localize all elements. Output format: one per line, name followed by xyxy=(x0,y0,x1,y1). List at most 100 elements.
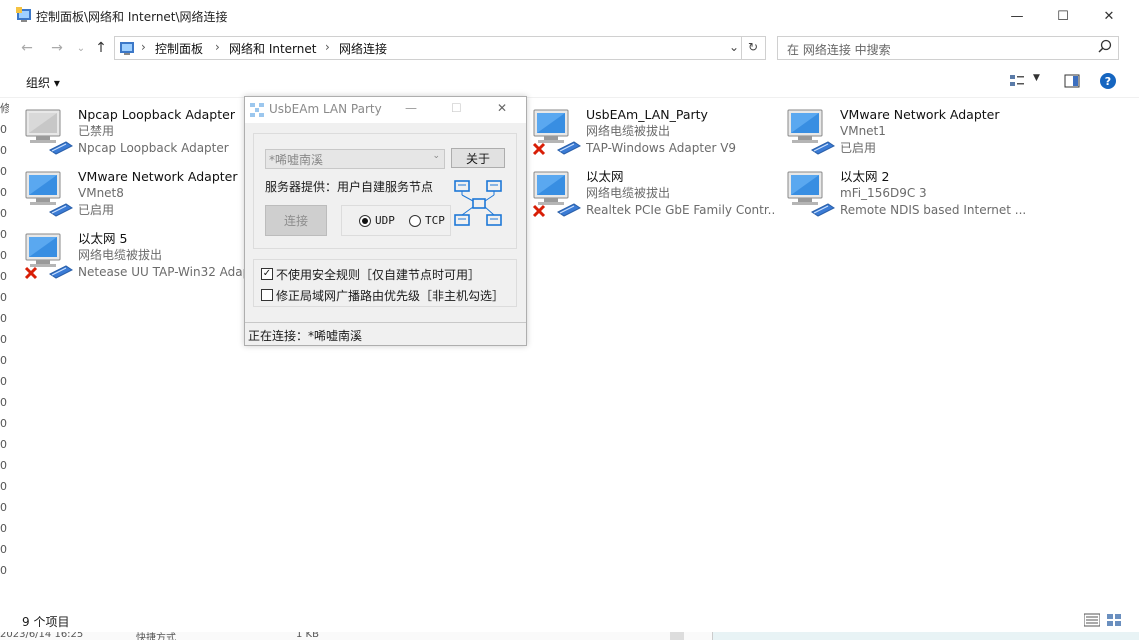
tcp-radio[interactable] xyxy=(409,215,421,227)
refresh-icon[interactable]: ↻ xyxy=(748,40,758,54)
scrollbar xyxy=(670,632,684,640)
forward-button[interactable]: → xyxy=(46,38,68,58)
arrow-right-icon: → xyxy=(51,40,63,56)
background-window-edge: 修 0 0 0 0 0 0 0 0 0 0 0 0 0 0 0 0 0 0 0 0 0 0 xyxy=(0,98,9,608)
background-text-fragment: 0 xyxy=(0,291,7,304)
adapter-item[interactable]: 以太网网络电缆被拔出 Realtek PCIe GbE Family Contr.… xyxy=(530,168,776,228)
network-adapter-icon xyxy=(22,230,74,284)
search-input[interactable]: 在 网络连接 中搜索 xyxy=(787,41,891,58)
adapter-detail: mFi_156D9C 3 xyxy=(840,186,927,200)
connect-button[interactable]: 连接 xyxy=(265,205,327,236)
network-adapter-icon xyxy=(22,106,74,160)
divider xyxy=(741,37,742,59)
address-row: ← → ⌄ ↑ › 控制面板 › 网络和 Internet › 网络连接 ⌄ ↻… xyxy=(0,32,1139,64)
udp-label: UDP xyxy=(375,214,395,227)
network-adapter-icon xyxy=(530,168,582,222)
background-panel xyxy=(712,632,1139,640)
address-dropdown-icon[interactable]: ⌄ xyxy=(729,40,739,54)
background-text-fragment: 0 xyxy=(0,249,7,262)
adapter-item[interactable]: 以太网 2 mFi_156D9C 3 Remote NDIS based Inter… xyxy=(784,168,1026,228)
background-text-fragment: 0 xyxy=(0,186,7,199)
option2-checkbox[interactable] xyxy=(261,289,273,301)
network-adapter-icon xyxy=(530,106,582,160)
view-dropdown-icon[interactable]: ▼ xyxy=(1033,73,1040,83)
chevron-down-icon: ⌄ xyxy=(432,151,440,161)
window-title: 控制面板\网络和 Internet\网络连接 xyxy=(36,10,228,24)
adapter-item[interactable]: VMware Network Adapter VMnet1 已启用 xyxy=(784,106,1024,166)
background-text-fragment: 0 xyxy=(0,438,7,451)
control-panel-icon xyxy=(16,7,32,23)
adapter-detail: TAP-Windows Adapter V9 xyxy=(586,141,737,155)
adapter-detail: 已禁用 xyxy=(78,124,115,138)
back-button[interactable]: ← xyxy=(16,38,38,58)
minimize-button[interactable]: — xyxy=(994,0,1040,32)
adapter-item[interactable]: VMware Network Adapter VMnet8 已启用 xyxy=(22,168,262,228)
crumb-separator-icon: › xyxy=(141,40,146,54)
help-icon[interactable]: ? xyxy=(1099,72,1117,93)
crumb-network-internet[interactable]: 网络和 Internet xyxy=(229,40,316,57)
option1-checkbox[interactable]: ✓ xyxy=(261,268,273,280)
adapter-detail: VMnet8 xyxy=(78,186,124,200)
details-view-icon[interactable] xyxy=(1083,613,1101,630)
adapter-name: 以太网 xyxy=(586,169,624,184)
svg-text:?: ? xyxy=(1105,75,1111,88)
crumb-control-panel[interactable]: 控制面板 xyxy=(155,40,203,57)
file-type: 快捷方式 xyxy=(136,633,176,640)
adapter-detail: Realtek PCIe GbE Family Contr... xyxy=(586,203,776,217)
background-text-fragment: 0 xyxy=(0,354,7,367)
adapter-detail: 已启用 xyxy=(78,203,115,217)
server-select[interactable]: *唏嘘南溪 ⌄ xyxy=(265,149,445,169)
crumb-separator-icon: › xyxy=(325,40,330,54)
background-text-fragment: 0 xyxy=(0,144,7,157)
adapter-detail: 已启用 xyxy=(840,141,877,155)
adapter-item[interactable]: Npcap Loopback Adapter 已禁用 Npcap Loopback … xyxy=(22,106,262,166)
background-text-fragment: 0 xyxy=(0,375,7,388)
adapter-detail: 网络电缆被拔出 xyxy=(586,186,671,200)
about-button[interactable]: 关于 xyxy=(451,148,505,168)
adapter-name: Npcap Loopback Adapter xyxy=(78,107,235,122)
divider xyxy=(245,322,526,323)
view-options-icon[interactable] xyxy=(1009,73,1025,92)
adapter-detail: Netease UU TAP-Win32 Adapter xyxy=(78,265,244,279)
background-text-fragment: 0 xyxy=(0,270,7,283)
adapter-item[interactable]: 以太网 5 网络电缆被拔出 Netease UU TAP-Win32 Adapter xyxy=(22,230,244,290)
network-icon xyxy=(249,102,265,121)
command-bar: 组织 ▾ ▼ ? xyxy=(0,64,1139,98)
dialog-maximize-button[interactable]: ☐ xyxy=(451,101,462,115)
up-button[interactable]: ↑ xyxy=(90,38,112,58)
dialog-close-button[interactable]: ✕ xyxy=(497,101,507,115)
adapter-item[interactable]: UsbEAm_LAN_Party 网络电缆被拔出 TAP-Windows Adapt… xyxy=(530,106,770,166)
preview-pane-icon[interactable] xyxy=(1064,73,1080,92)
recent-locations-button[interactable]: ⌄ xyxy=(70,38,92,58)
tcp-label: TCP xyxy=(425,214,445,227)
crumb-separator-icon: › xyxy=(215,40,220,54)
maximize-button[interactable]: ☐ xyxy=(1040,0,1086,32)
minimize-icon: — xyxy=(1010,8,1024,24)
udp-radio[interactable] xyxy=(359,215,371,227)
checkmark-icon: ✓ xyxy=(262,268,272,279)
radio-dot xyxy=(362,218,368,224)
background-text-fragment: 0 xyxy=(0,333,7,346)
maximize-icon: ☐ xyxy=(1057,8,1069,24)
background-text-fragment: 0 xyxy=(0,564,7,577)
close-button[interactable]: ✕ xyxy=(1086,0,1132,32)
item-count: 9 个项目 xyxy=(22,615,70,629)
dialog-minimize-button[interactable]: — xyxy=(405,101,417,115)
adapter-detail: VMnet1 xyxy=(840,124,886,138)
adapter-name: 以太网 2 xyxy=(840,169,890,184)
dialog-status: 正在连接：*唏嘘南溪 xyxy=(248,329,363,343)
background-text-fragment: 0 xyxy=(0,123,7,136)
option1-label: 不使用安全规则［仅自建节点时可用］ xyxy=(276,268,481,282)
search-box[interactable]: 在 网络连接 中搜索 xyxy=(777,36,1119,60)
chevron-down-icon: ⌄ xyxy=(76,42,86,54)
adapter-name: UsbEAm_LAN_Party xyxy=(586,107,708,122)
organize-button[interactable]: 组织 ▾ xyxy=(26,74,60,91)
background-text-fragment: 0 xyxy=(0,396,7,409)
background-text-fragment: 0 xyxy=(0,207,7,220)
server-select-value: *唏嘘南溪 xyxy=(269,153,324,167)
file-date: 2023/6/14 16:25 xyxy=(0,632,84,640)
file-size: 1 KB xyxy=(296,632,319,640)
crumb-network-connections[interactable]: 网络连接 xyxy=(339,40,387,57)
address-bar[interactable]: › 控制面板 › 网络和 Internet › 网络连接 ⌄ ↻ xyxy=(114,36,766,60)
large-icons-view-icon[interactable] xyxy=(1106,613,1122,630)
